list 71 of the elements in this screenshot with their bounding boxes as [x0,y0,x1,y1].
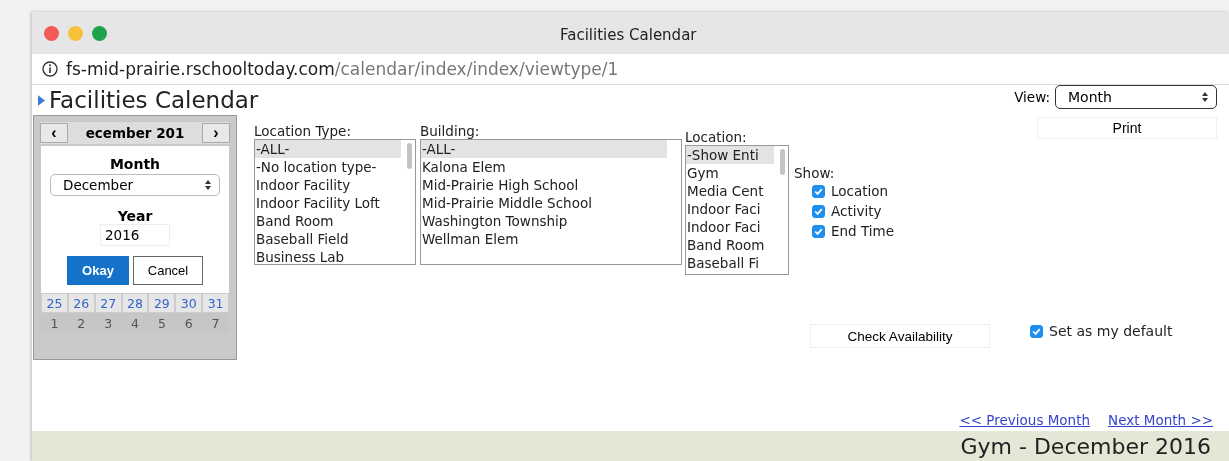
list-option[interactable]: Kalona Elem [421,158,681,176]
calendar-heading: Gym - December 2016 [960,433,1211,461]
list-option[interactable]: Baseball Field [255,230,415,248]
calendar-day[interactable]: 25 [41,293,68,313]
print-button[interactable]: Print [1037,117,1217,139]
list-option[interactable]: Indoor Faci [686,200,788,218]
list-option[interactable]: Baseball Fi [686,254,788,272]
checkbox-label: End Time [831,222,894,241]
year-label: Year [117,208,153,224]
show-label: Show: [794,165,836,181]
list-option[interactable]: Indoor Faci [686,218,788,236]
list-option[interactable]: -Show Enti [686,146,774,164]
calendar-day[interactable]: 27 [94,293,122,313]
filter-label: Location: [685,129,748,145]
list-option[interactable]: -ALL- [255,140,401,158]
calendar-day[interactable]: 28 [121,293,149,313]
url-path: /calendar/index/index/viewtype/1 [334,59,619,80]
calendar-day[interactable]: 29 [148,293,176,313]
check-availability-button[interactable]: Check Availability [810,324,990,348]
list-option[interactable]: -ALL- [421,140,667,158]
list-option[interactable]: Mid-Prairie Middle School [421,194,681,212]
list-option[interactable]: Mid-Prairie High School [421,176,681,194]
triangle-icon [38,94,45,106]
info-icon[interactable] [42,61,58,78]
month-label: Month [109,156,161,172]
checkbox[interactable] [812,204,825,218]
okay-button[interactable]: Okay [67,256,129,285]
list-option[interactable]: Band Room [255,212,415,230]
list-box[interactable]: -ALL- Kalona Elem Mid-Prairie High School Mid-Prairie Middle School Washington Township Wellman Elem [420,139,682,265]
cancel-button[interactable]: Cancel [133,256,203,285]
checkbox-label: Activity [831,202,882,221]
dropdown[interactable]: December [50,174,220,196]
list-option[interactable]: Indoor Facility [255,176,415,194]
updown-arrows-icon [205,179,211,191]
checkbox[interactable] [1030,324,1043,338]
filter-label: Location Type: [254,123,352,139]
month-year-header: ecember 201 [84,125,186,141]
previous-month-button[interactable]: ‹ [40,123,68,143]
address-bar[interactable]: fs-mid-prairie.rschooltoday.com/calendar/index/index/viewtype/1 [32,54,1229,85]
year-field[interactable]: 2016 [100,224,170,246]
filter-label: Building: [420,123,481,139]
list-option[interactable]: Wellman Elem [421,230,681,248]
list-option[interactable]: Gym [686,164,788,182]
maximize-icon[interactable] [92,25,107,41]
calendar-day[interactable]: 26 [67,293,95,313]
window-title: Facilities Calendar [560,26,697,44]
checkbox[interactable] [812,224,825,238]
page-title: Facilities Calendar [49,87,259,113]
list-box[interactable]: -ALL- -No location type- Indoor Facility Indoor Facility Loft Band Room Baseball Field Business Lab [254,139,416,265]
next-month-button[interactable]: › [202,123,230,143]
close-icon[interactable] [44,25,59,41]
list-option[interactable]: Business Lab [255,248,415,264]
list-option[interactable]: Indoor Facility Loft [255,194,415,212]
scrollbar-thumb[interactable] [407,143,412,169]
list-option[interactable]: -No location type- [255,158,415,176]
list-option[interactable]: Media Cent [686,182,788,200]
checkbox[interactable] [812,184,825,198]
view-dropdown[interactable]: Month [1055,85,1217,109]
list-option[interactable]: Band Room [686,236,788,254]
url-host: fs-mid-prairie.rschooltoday.com [66,59,335,80]
updown-arrows-icon [1202,91,1208,103]
view-label: View: [1014,89,1050,105]
month-nav-link[interactable]: Next Month >> [1108,412,1213,428]
calendar-day[interactable]: 31 [202,293,229,313]
list-option[interactable]: Washington Township [421,212,681,230]
calendar-day[interactable]: 30 [175,293,203,313]
month-nav-link[interactable]: << Previous Month [959,412,1091,428]
checkbox-label: Location [831,182,889,201]
scrollbar-thumb[interactable] [780,149,785,175]
checkbox-label: Set as my default [1049,322,1173,341]
list-box[interactable]: -Show Enti Gym Media Cent Indoor Faci Indoor Faci Band Room Baseball Fi [685,145,789,275]
